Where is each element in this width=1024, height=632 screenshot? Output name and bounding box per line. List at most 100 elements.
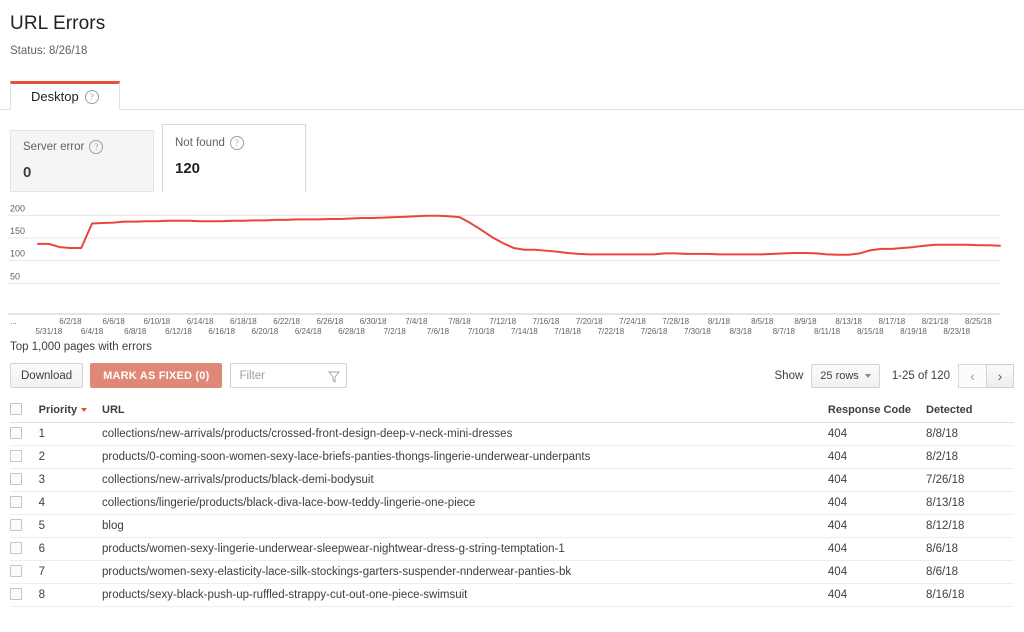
previous-page-button[interactable]: ‹ — [958, 364, 986, 388]
chart-x-tick-label: 6/4/18 — [81, 327, 104, 334]
chart-x-tick-label: 8/25/18 — [965, 317, 992, 326]
mark-as-fixed-button[interactable]: MARK AS FIXED (0) — [90, 363, 222, 388]
url-errors-table: Priority URL Response Code Detected 1col… — [10, 398, 1014, 607]
help-circle-icon[interactable]: ? — [230, 136, 244, 150]
table-row[interactable]: 6products/women-sexy-lingerie-underwear-… — [10, 538, 1014, 561]
chart-y-tick-label: 100 — [10, 249, 25, 259]
column-header-priority-label: Priority — [39, 404, 78, 416]
download-button[interactable]: Download — [10, 363, 83, 388]
chart-x-tick-label: 6/20/18 — [252, 327, 279, 334]
column-header-url[interactable]: URL — [102, 398, 828, 423]
chart-x-tick-label: 7/4/18 — [405, 317, 428, 326]
filter-input[interactable] — [237, 369, 331, 383]
pagination-range: 1-25 of 120 — [892, 370, 950, 382]
row-select-cell — [10, 423, 39, 446]
cell-detected: 8/2/18 — [926, 446, 1014, 469]
cell-priority: 7 — [39, 561, 102, 584]
chevron-left-icon: ‹ — [970, 369, 975, 383]
cell-url[interactable]: products/women-sexy-elasticity-lace-silk… — [102, 561, 828, 584]
row-checkbox[interactable] — [10, 427, 22, 439]
chart-x-tick-label: 7/18/18 — [554, 327, 581, 334]
table-toolbar: Download MARK AS FIXED (0) Show 25 rows … — [10, 363, 1014, 388]
tile-server-error-label: Server error — [23, 140, 84, 154]
chart-x-ellipsis: ... — [10, 317, 17, 326]
table-row[interactable]: 8products/sexy-black-push-up-ruffled-str… — [10, 584, 1014, 607]
chart-x-tick-label: 7/22/18 — [598, 327, 625, 334]
tab-desktop-label: Desktop — [31, 90, 79, 103]
chart-x-tick-label: 7/28/18 — [662, 317, 689, 326]
tile-server-error[interactable]: Server error ? 0 — [10, 130, 154, 192]
row-checkbox[interactable] — [10, 588, 22, 600]
table-header-row: Priority URL Response Code Detected — [10, 398, 1014, 423]
cell-detected: 8/6/18 — [926, 561, 1014, 584]
chart-x-tick-label: 8/11/18 — [814, 327, 841, 334]
cell-response-code: 404 — [828, 584, 926, 607]
chart-x-tick-label: 8/19/18 — [900, 327, 927, 334]
table-row[interactable]: 3collections/new-arrivals/products/black… — [10, 469, 1014, 492]
column-header-response-code[interactable]: Response Code — [828, 398, 926, 423]
tile-server-error-value: 0 — [23, 164, 141, 182]
row-checkbox[interactable] — [10, 542, 22, 554]
select-all-checkbox[interactable] — [10, 403, 22, 415]
table-body: 1collections/new-arrivals/products/cross… — [10, 423, 1014, 607]
cell-url[interactable]: collections/new-arrivals/products/crosse… — [102, 423, 828, 446]
next-page-button[interactable]: › — [986, 364, 1014, 388]
cell-detected: 8/6/18 — [926, 538, 1014, 561]
cell-response-code: 404 — [828, 469, 926, 492]
table-row[interactable]: 7products/women-sexy-elasticity-lace-sil… — [10, 561, 1014, 584]
chevron-right-icon: › — [998, 369, 1003, 383]
row-checkbox[interactable] — [10, 496, 22, 508]
chart-x-tick-label: 8/17/18 — [879, 317, 906, 326]
filter-field[interactable] — [230, 363, 347, 388]
chart-x-tick-label: 6/18/18 — [230, 317, 257, 326]
cell-url[interactable]: collections/new-arrivals/products/black-… — [102, 469, 828, 492]
table-caption: Top 1,000 pages with errors — [10, 340, 1014, 354]
row-checkbox[interactable] — [10, 565, 22, 577]
table-row[interactable]: 2products/0-coming-soon-women-sexy-lace-… — [10, 446, 1014, 469]
tab-bar-underline — [0, 109, 1024, 110]
table-row[interactable]: 4collections/lingerie/products/black-div… — [10, 492, 1014, 515]
row-select-cell — [10, 538, 39, 561]
funnel-icon[interactable] — [328, 370, 340, 388]
cell-priority: 5 — [39, 515, 102, 538]
cell-url[interactable]: products/sexy-black-push-up-ruffled-stra… — [102, 584, 828, 607]
row-checkbox[interactable] — [10, 519, 22, 531]
row-checkbox[interactable] — [10, 473, 22, 485]
tab-desktop[interactable]: Desktop ? — [10, 81, 120, 110]
table-row[interactable]: 5blog4048/12/18 — [10, 515, 1014, 538]
chart-x-tick-label: 8/7/18 — [773, 327, 796, 334]
tile-not-found-label-row: Not found ? — [175, 136, 293, 150]
cell-url[interactable]: products/women-sexy-lingerie-underwear-s… — [102, 538, 828, 561]
rows-per-page-select[interactable]: 25 rows — [811, 364, 880, 388]
chart-x-tick-label: 7/16/18 — [533, 317, 560, 326]
cell-url[interactable]: blog — [102, 515, 828, 538]
help-circle-icon[interactable]: ? — [89, 140, 103, 154]
tile-not-found[interactable]: Not found ? 120 — [162, 124, 306, 192]
chart-x-tick-label: 6/26/18 — [316, 317, 343, 326]
cell-priority: 8 — [39, 584, 102, 607]
column-header-detected[interactable]: Detected — [926, 398, 1014, 423]
row-select-cell — [10, 515, 39, 538]
chart-x-tick-label: 8/15/18 — [857, 327, 884, 334]
chart-x-tick-label: 7/24/18 — [619, 317, 646, 326]
help-circle-icon[interactable]: ? — [85, 90, 99, 104]
cell-url[interactable]: products/0-coming-soon-women-sexy-lace-b… — [102, 446, 828, 469]
cell-response-code: 404 — [828, 423, 926, 446]
cell-url[interactable]: collections/lingerie/products/black-diva… — [102, 492, 828, 515]
row-checkbox[interactable] — [10, 450, 22, 462]
chart-x-tick-label: 6/14/18 — [187, 317, 214, 326]
page-title: URL Errors — [10, 12, 1024, 36]
chart-svg: 50100150200...6/2/186/6/186/10/186/14/18… — [0, 194, 1024, 334]
select-all-header — [10, 398, 39, 423]
tile-not-found-label: Not found — [175, 136, 225, 150]
table-pager: Show 25 rows 1-25 of 120 ‹ › — [775, 363, 1015, 388]
table-row[interactable]: 1collections/new-arrivals/products/cross… — [10, 423, 1014, 446]
chart-x-tick-label: 6/12/18 — [165, 327, 192, 334]
chart-x-tick-label: 7/10/18 — [468, 327, 495, 334]
chart-x-tick-label: 6/16/18 — [208, 327, 235, 334]
metric-tiles: Server error ? 0 Not found ? 120 — [0, 124, 1024, 192]
chart-x-tick-label: 8/1/18 — [708, 317, 731, 326]
tab-bar: Desktop ? — [0, 80, 1024, 110]
column-header-priority[interactable]: Priority — [39, 398, 102, 423]
cell-priority: 3 — [39, 469, 102, 492]
